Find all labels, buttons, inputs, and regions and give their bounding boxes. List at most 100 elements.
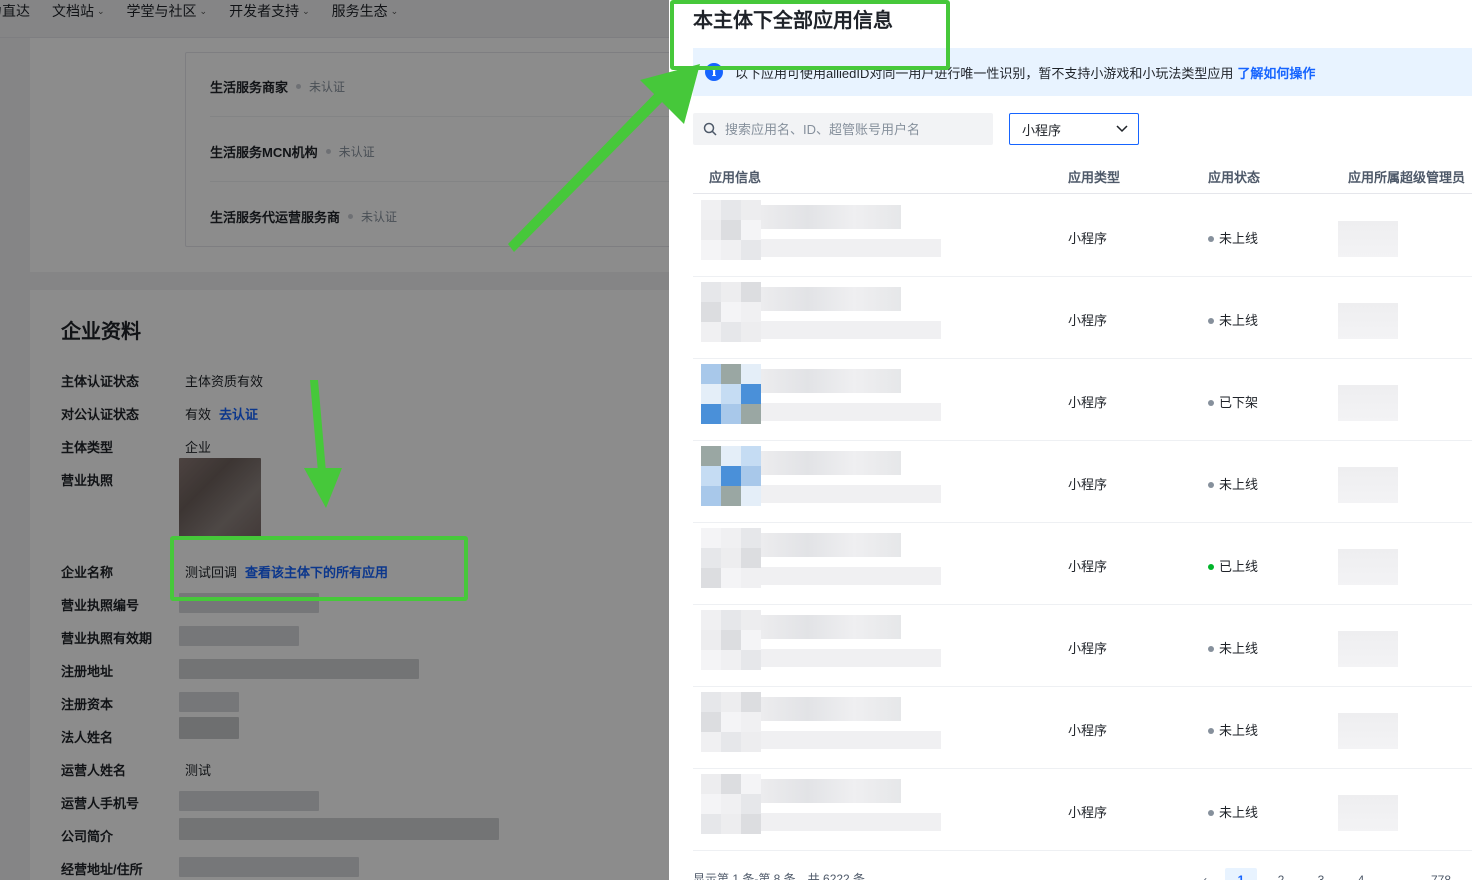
table-row[interactable]: 小程序 未上线 (693, 605, 1472, 687)
redacted-pixel (721, 302, 741, 322)
redacted-pixel (721, 240, 741, 260)
redacted-pixel (741, 568, 761, 588)
redacted-pixel (741, 240, 761, 260)
app-type-select[interactable]: 小程序 (1009, 113, 1139, 145)
redacted-pixel (701, 692, 721, 712)
redacted-pixel (701, 732, 721, 752)
redacted-pixel (701, 774, 721, 794)
table-row[interactable]: 小程序 未上线 (693, 769, 1472, 851)
app-status-cell: 未上线 (1208, 310, 1258, 329)
redacted-pixel (701, 568, 721, 588)
app-id-redacted (761, 485, 941, 503)
app-thumbnail (701, 364, 761, 424)
redacted-pixel (701, 650, 721, 670)
redacted-pixel (721, 404, 741, 424)
redacted-pixel (721, 466, 741, 486)
redacted-pixel (741, 732, 761, 752)
redacted-pixel (741, 384, 761, 404)
app-id-redacted (761, 567, 941, 585)
apps-drawer: 本主体下全部应用信息 i 以下应用可使用alliedID对同一用户进行唯一性识别… (669, 0, 1472, 880)
search-box[interactable] (693, 113, 993, 145)
status-dot (1208, 645, 1214, 652)
app-thumbnail (701, 528, 761, 588)
redacted-pixel (741, 814, 761, 834)
app-thumbnail (701, 692, 761, 752)
redacted-pixel (721, 568, 741, 588)
modal-overlay[interactable] (0, 0, 669, 880)
status-dot (1208, 317, 1214, 324)
redacted-pixel (701, 610, 721, 630)
admin-redacted (1338, 303, 1398, 339)
app-id-redacted (761, 239, 941, 257)
table-row[interactable]: 小程序 未上线 (693, 441, 1472, 523)
redacted-pixel (701, 404, 721, 424)
status-text: 未上线 (1219, 723, 1259, 738)
redacted-pixel (741, 302, 761, 322)
info-icon: i (705, 63, 723, 81)
redacted-pixel (701, 200, 721, 220)
page-button[interactable]: 1 (1225, 868, 1257, 880)
app-thumbnail (701, 282, 761, 342)
app-name-redacted (761, 451, 901, 475)
page-button[interactable]: 778 (1425, 868, 1457, 880)
redacted-pixel (701, 302, 721, 322)
app-type-cell: 小程序 (1068, 805, 1108, 820)
redacted-pixel (701, 486, 721, 506)
app-type-cell: 小程序 (1068, 477, 1108, 492)
table-row[interactable]: 小程序 已下架 (693, 359, 1472, 441)
redacted-pixel (741, 220, 761, 240)
status-dot (1208, 727, 1214, 734)
redacted-pixel (721, 528, 741, 548)
table-row[interactable]: 小程序 未上线 (693, 277, 1472, 359)
redacted-pixel (701, 322, 721, 342)
app-status-cell: 未上线 (1208, 802, 1258, 821)
admin-redacted (1338, 221, 1398, 257)
table-row[interactable]: 小程序 未上线 (693, 195, 1472, 277)
app-thumbnail (701, 610, 761, 670)
redacted-pixel (701, 712, 721, 732)
redacted-pixel (721, 446, 741, 466)
redacted-pixel (701, 446, 721, 466)
redacted-pixel (701, 240, 721, 260)
app-name-redacted (761, 287, 901, 311)
app-type-cell: 小程序 (1068, 723, 1108, 738)
redacted-pixel (741, 692, 761, 712)
redacted-pixel (741, 486, 761, 506)
app-status-cell: 已下架 (1208, 392, 1258, 411)
app-thumbnail (701, 774, 761, 834)
app-name-redacted (761, 205, 901, 229)
redacted-pixel (721, 220, 741, 240)
redacted-pixel (721, 610, 741, 630)
learn-how-link[interactable]: 了解如何操作 (1237, 63, 1315, 82)
status-dot (1208, 481, 1214, 488)
search-input[interactable] (725, 121, 985, 137)
notice-text: 以下应用可使用alliedID对同一用户进行唯一性识别，暂不支持小游戏和小玩法类… (735, 65, 1234, 81)
redacted-pixel (741, 322, 761, 342)
admin-redacted (1338, 713, 1398, 749)
table-row[interactable]: 小程序 已上线 (693, 523, 1472, 605)
status-dot (1208, 235, 1214, 242)
redacted-pixel (721, 814, 741, 834)
redacted-pixel (741, 712, 761, 732)
redacted-pixel (721, 692, 741, 712)
prev-page-button[interactable]: ‹ (1189, 868, 1221, 880)
app-name-redacted (761, 697, 901, 721)
table-row[interactable]: 小程序 未上线 (693, 687, 1472, 769)
admin-redacted (1338, 385, 1398, 421)
app-name-redacted (761, 615, 901, 639)
page-button[interactable]: 3 (1305, 868, 1337, 880)
redacted-pixel (741, 650, 761, 670)
redacted-pixel (721, 712, 741, 732)
column-header: 应用信息 (709, 170, 762, 185)
status-dot (1208, 399, 1214, 406)
app-status-cell: 未上线 (1208, 228, 1258, 247)
app-id-redacted (761, 731, 941, 749)
page-button[interactable]: 4 (1345, 868, 1377, 880)
redacted-pixel (741, 282, 761, 302)
app-id-redacted (761, 321, 941, 339)
redacted-pixel (721, 630, 741, 650)
page-button[interactable]: 2 (1265, 868, 1297, 880)
column-header: 应用所属超级管理员 (1348, 170, 1466, 185)
status-text: 未上线 (1219, 641, 1259, 656)
redacted-pixel (741, 548, 761, 568)
